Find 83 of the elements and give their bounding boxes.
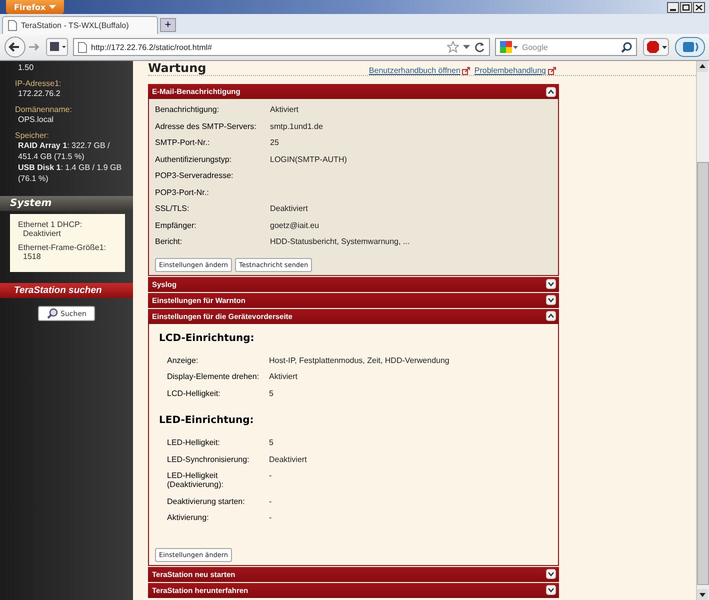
adblock-icon[interactable]: [643, 38, 669, 56]
group-heading: LED-Einrichtung:: [159, 415, 255, 426]
setting-label: Benachrichtigung:: [155, 105, 220, 114]
help-link[interactable]: Benutzerhandbuch öffnen: [368, 66, 460, 75]
info-label: Speicher:: [15, 131, 50, 140]
reload-icon[interactable]: [474, 42, 485, 52]
toggle-icon[interactable]: [546, 86, 556, 96]
info-value: 172.22.76.2: [18, 88, 62, 99]
section-header: System: [0, 196, 133, 211]
scrollbar[interactable]: [696, 61, 709, 600]
setting-label: LED-Synchronisierung:: [167, 454, 250, 464]
toggle-icon[interactable]: [546, 311, 556, 321]
setting-value: Host-IP, Festplattenmodus, Zeit, HDD-Verwendung: [269, 356, 450, 364]
setting-label: Aktivierung:: [167, 513, 210, 522]
info-label: Domänenname:: [15, 105, 73, 114]
minimize-icon[interactable]: [667, 2, 679, 12]
setting-value: Aktiviert: [269, 372, 298, 381]
toggle-icon[interactable]: [546, 569, 556, 579]
setting-value: smtp.1und1.de: [270, 122, 323, 130]
setting-label: LED-Helligkeit:: [167, 438, 221, 447]
search-field[interactable]: Google: [495, 38, 637, 56]
maximize-icon[interactable]: [680, 2, 692, 12]
setting-label: Authentifizierungstyp:: [155, 154, 232, 164]
bookmarks-icon[interactable]: [46, 38, 68, 56]
setting-value: LOGIN(SMTP-AUTH): [270, 154, 347, 164]
address-bar[interactable]: http://172.22.76.2/static/root.html#: [73, 38, 490, 56]
addon-icon[interactable]: [675, 37, 705, 57]
close-icon[interactable]: [693, 2, 705, 12]
system-label: Ethernet 1 DHCP:: [18, 220, 84, 229]
setting-label: Display-Elemente drehen:: [167, 372, 260, 381]
system-value: Deaktiviert: [23, 229, 62, 238]
toggle-icon[interactable]: [546, 279, 556, 289]
search-engine-icon[interactable]: [500, 41, 518, 53]
setting-label: Empfänger:: [155, 220, 198, 230]
system-value: 1518: [23, 252, 42, 261]
info-value: OPS.local: [18, 114, 55, 125]
setting-label: SMTP-Port-Nr.:: [155, 138, 211, 147]
system-label: Ethernet-Frame-Größe1:: [18, 243, 108, 252]
setting-label: Anzeige:: [167, 356, 200, 364]
scroll-up-icon[interactable]: [697, 61, 708, 72]
toggle-icon[interactable]: [546, 295, 556, 305]
page-title: Wartung: [148, 61, 206, 75]
info-label: IP-Adresse1:: [15, 79, 62, 88]
setting-value: -: [269, 471, 272, 480]
setting-value: 5: [269, 388, 274, 398]
page-icon: [8, 20, 17, 31]
toggle-icon[interactable]: [546, 585, 556, 595]
setting-label: SSL/TLS:: [155, 204, 190, 213]
external-link-icon: [548, 66, 556, 74]
setting-value: Deaktiviert: [269, 454, 307, 464]
setting-value: 5: [269, 438, 274, 447]
setting-label: Adresse des SMTP-Servers:: [155, 122, 258, 130]
info-value: 1.50: [18, 62, 35, 73]
setting-value: 25: [270, 138, 279, 147]
dropdown-icon[interactable]: [463, 44, 470, 50]
new-tab-button[interactable]: +: [160, 18, 176, 32]
setting-value: -: [269, 513, 272, 522]
help-link[interactable]: Problembehandlung: [474, 66, 546, 75]
setting-label: LED-Helligkeit (Deaktivierung):: [167, 471, 224, 489]
setting-value: Aktiviert: [270, 105, 298, 114]
setting-label: Deaktivierung starten:: [167, 496, 246, 506]
back-icon[interactable]: [4, 36, 26, 58]
section-header: TeraStation suchen: [0, 283, 133, 298]
browser-tab[interactable]: TeraStation - TS-WXL(Buffalo): [2, 16, 158, 34]
search-icon[interactable]: [621, 42, 632, 52]
setting-label: POP3-Serveradresse:: [155, 171, 234, 180]
page-icon: [78, 42, 87, 52]
setting-value: -: [269, 496, 272, 506]
caret-icon: [48, 4, 56, 10]
star-icon[interactable]: [447, 41, 459, 53]
setting-label: Bericht:: [155, 237, 184, 246]
setting-label: LCD-Helligkeit:: [167, 388, 222, 398]
info-value: RAID Array 1: 322.7 GB / 451.4 GB (71.5 %): [18, 140, 111, 162]
info-value: USB Disk 1: 1.4 GB / 1.9 GB (76.1 %): [18, 162, 123, 184]
scroll-down-icon[interactable]: [697, 589, 708, 600]
setting-value: Deaktiviert: [270, 204, 308, 213]
setting-value: goetz@iait.eu: [270, 220, 320, 230]
setting-value: HDD-Statusbericht, Systemwarnung, ...: [270, 237, 410, 246]
magnifier-icon: [46, 308, 58, 319]
setting-label: POP3-Port-Nr.:: [155, 188, 210, 196]
external-link-icon: [462, 66, 470, 74]
group-heading: LCD-Einrichtung:: [159, 332, 256, 344]
forward-icon[interactable]: [28, 41, 40, 53]
